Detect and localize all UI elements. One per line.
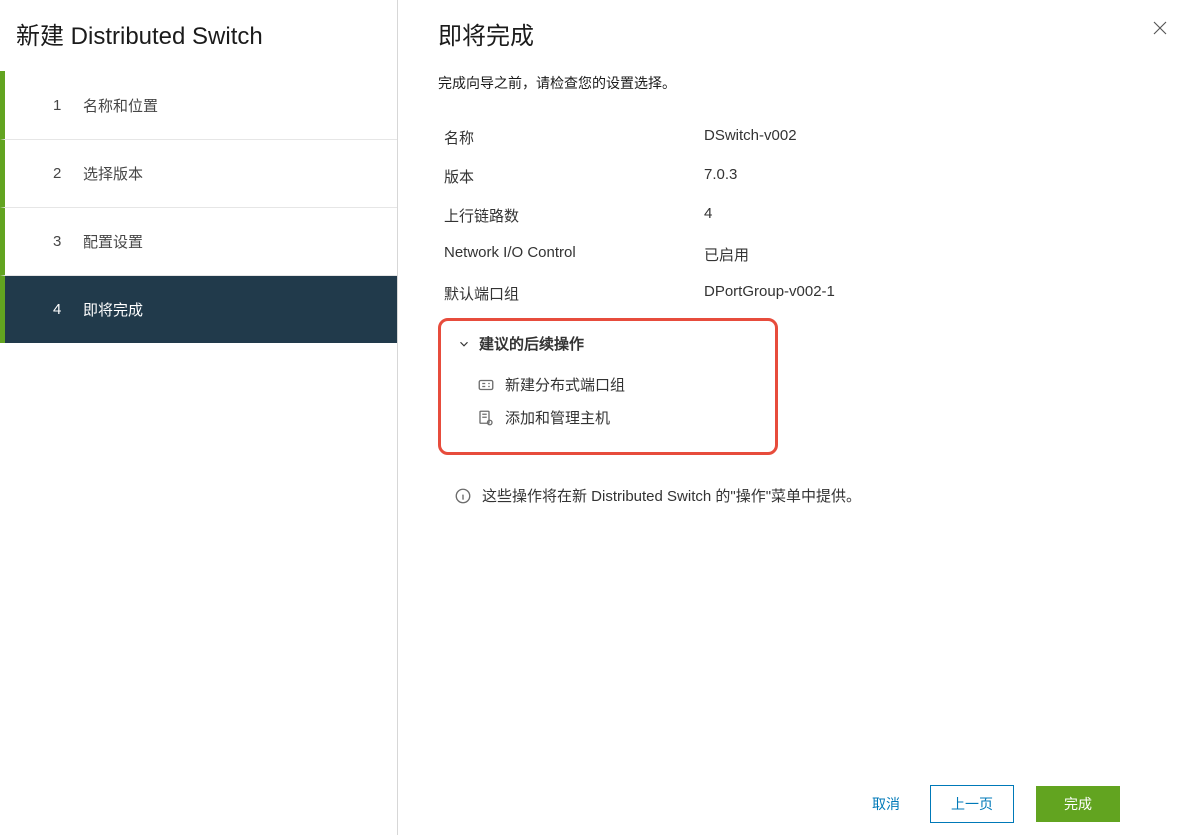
step-label: 配置设置 — [83, 231, 143, 252]
summary-name-value: DSwitch-v002 — [704, 127, 1144, 148]
back-button[interactable]: 上一页 — [930, 785, 1014, 823]
info-icon — [454, 487, 472, 505]
summary-defaultpg-value: DPortGroup-v002-1 — [704, 283, 1144, 304]
info-note-text: 这些操作将在新 Distributed Switch 的"操作"菜单中提供。 — [482, 485, 861, 506]
step-label: 选择版本 — [83, 163, 143, 184]
suggested-item-label: 新建分布式端口组 — [505, 374, 625, 395]
suggested-actions-callout: 建议的后续操作 新建分布式端口组 添加和管理主机 — [438, 318, 778, 455]
suggested-add-manage-hosts: 添加和管理主机 — [457, 401, 759, 434]
suggested-actions-toggle[interactable]: 建议的后续操作 — [457, 333, 759, 354]
step-select-version[interactable]: 2 选择版本 — [0, 139, 397, 207]
step-label: 名称和位置 — [83, 95, 158, 116]
step-ready-to-complete[interactable]: 4 即将完成 — [0, 275, 397, 343]
summary-defaultpg-label: 默认端口组 — [444, 283, 704, 304]
step-number: 4 — [53, 301, 83, 318]
summary-name-label: 名称 — [444, 127, 704, 148]
finish-button[interactable]: 完成 — [1036, 786, 1120, 822]
hosts-icon — [477, 409, 495, 427]
summary-version-value: 7.0.3 — [704, 166, 1144, 187]
suggested-actions-header: 建议的后续操作 — [479, 333, 584, 354]
close-button[interactable] — [1146, 14, 1174, 42]
summary-version-label: 版本 — [444, 166, 704, 187]
step-name-location[interactable]: 1 名称和位置 — [0, 71, 397, 139]
cancel-button[interactable]: 取消 — [864, 788, 908, 820]
summary-uplinks-label: 上行链路数 — [444, 205, 704, 226]
page-subtitle: 完成向导之前，请检查您的设置选择。 — [438, 73, 1144, 93]
step-number: 3 — [53, 233, 83, 250]
wizard-title: 新建 Distributed Switch — [0, 0, 397, 71]
wizard-main: 即将完成 完成向导之前，请检查您的设置选择。 名称 DSwitch-v002 版… — [398, 0, 1184, 835]
step-label: 即将完成 — [83, 299, 143, 320]
step-number: 1 — [53, 97, 83, 114]
wizard-sidebar: 新建 Distributed Switch 1 名称和位置 2 选择版本 3 配… — [0, 0, 398, 835]
summary-nioc-label: Network I/O Control — [444, 244, 704, 265]
summary-uplinks-value: 4 — [704, 205, 1144, 226]
close-icon — [1151, 19, 1169, 37]
suggested-item-label: 添加和管理主机 — [505, 407, 610, 428]
wizard-steps: 1 名称和位置 2 选择版本 3 配置设置 4 即将完成 — [0, 71, 397, 343]
wizard-footer: 取消 上一页 完成 — [438, 772, 1144, 835]
summary-grid: 名称 DSwitch-v002 版本 7.0.3 上行链路数 4 Network… — [444, 127, 1144, 304]
info-note: 这些操作将在新 Distributed Switch 的"操作"菜单中提供。 — [454, 485, 1144, 506]
page-title: 即将完成 — [438, 16, 1144, 51]
chevron-down-icon — [457, 337, 471, 351]
port-group-icon — [477, 376, 495, 394]
step-configure-settings[interactable]: 3 配置设置 — [0, 207, 397, 275]
step-number: 2 — [53, 165, 83, 182]
suggested-new-port-group: 新建分布式端口组 — [457, 368, 759, 401]
summary-nioc-value: 已启用 — [704, 244, 1144, 265]
